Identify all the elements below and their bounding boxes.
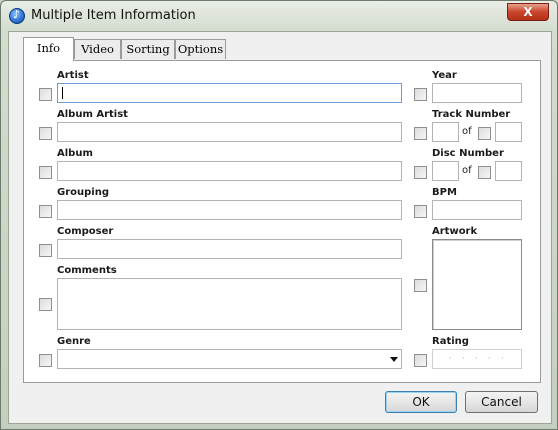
rating-control[interactable]: · · · · · [432,349,522,369]
disc-total-checkbox[interactable] [478,166,491,179]
ok-button[interactable]: OK [385,391,457,413]
track-number-checkbox[interactable] [414,127,427,140]
window-title: Multiple Item Information [31,8,196,23]
disc-number-field[interactable] [432,161,459,181]
comments-label: Comments [57,265,117,276]
artwork-checkbox[interactable] [414,279,427,292]
artist-checkbox[interactable] [39,88,52,101]
rating-dot[interactable]: · [475,354,478,363]
tab-info[interactable]: Info [23,37,74,61]
album-checkbox[interactable] [39,166,52,179]
text-caret [62,87,63,99]
composer-label: Composer [57,226,114,237]
tab-sorting[interactable]: Sorting [121,39,175,59]
artist-label: Artist [57,70,89,81]
tab-options[interactable]: Options [175,39,226,59]
comments-checkbox[interactable] [39,298,52,311]
track-number-label: Track Number [432,109,511,120]
year-label: Year [432,70,457,81]
comments-textarea[interactable] [57,278,402,330]
album-artist-checkbox[interactable] [39,127,52,140]
album-field[interactable] [57,161,402,181]
cancel-button[interactable]: Cancel [465,391,538,413]
disc-number-label: Disc Number [432,148,504,159]
genre-label: Genre [57,336,91,347]
grouping-checkbox[interactable] [39,205,52,218]
track-number-field[interactable] [432,122,459,142]
title-bar[interactable]: Multiple Item Information X [1,1,557,31]
artwork-well[interactable] [432,239,522,330]
multiple-item-information-dialog: Multiple Item Information X Info Video S… [0,0,558,430]
artist-field[interactable] [57,83,402,103]
grouping-label: Grouping [57,187,109,198]
genre-dropdown[interactable] [57,349,402,369]
year-field[interactable] [432,83,522,103]
tab-video[interactable]: Video [74,39,121,59]
track-total-checkbox[interactable] [478,127,491,140]
chevron-down-icon[interactable] [390,357,398,362]
bpm-field[interactable] [432,200,522,220]
rating-dot[interactable]: · [449,354,452,363]
bpm-label: BPM [432,187,457,198]
artwork-label: Artwork [432,226,478,237]
track-total-field[interactable] [495,122,522,142]
rating-label: Rating [432,336,469,347]
album-artist-label: Album Artist [57,109,128,120]
album-artist-field[interactable] [57,122,402,142]
composer-field[interactable] [57,239,402,259]
genre-checkbox[interactable] [39,354,52,367]
album-label: Album [57,148,93,159]
rating-dot[interactable]: · [501,354,504,363]
dialog-client-area: Info Video Sorting Options Artist Album … [8,31,552,424]
grouping-field[interactable] [57,200,402,220]
composer-checkbox[interactable] [39,244,52,257]
year-checkbox[interactable] [414,88,427,101]
disc-of-label: of [462,165,472,176]
disc-total-field[interactable] [495,161,522,181]
rating-dot[interactable]: · [488,354,491,363]
itunes-icon [9,8,25,24]
info-panel: Artist Album Artist Album Grouping Compo… [23,60,541,383]
bpm-checkbox[interactable] [414,205,427,218]
close-button[interactable]: X [507,3,549,21]
rating-checkbox[interactable] [414,354,427,367]
rating-dot[interactable]: · [462,354,465,363]
disc-number-checkbox[interactable] [414,166,427,179]
track-of-label: of [462,126,472,137]
